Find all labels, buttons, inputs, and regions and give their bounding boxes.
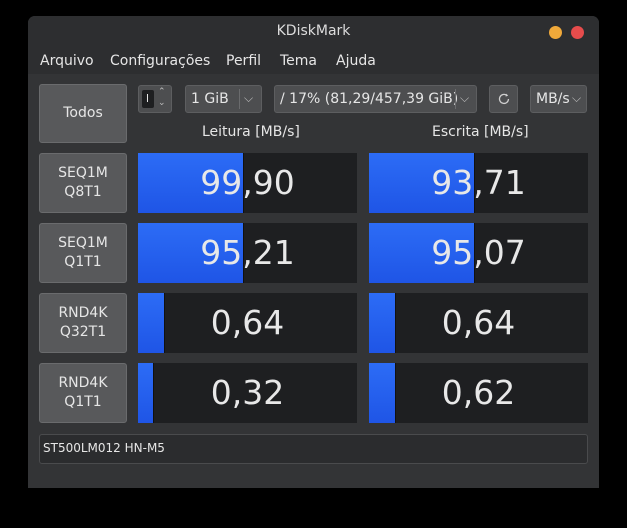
refresh-icon bbox=[498, 93, 509, 105]
write-column-header: Escrita [MB/s] bbox=[432, 124, 529, 140]
test-button-seq1m-q8t1[interactable]: SEQ1M Q8T1 bbox=[39, 153, 127, 213]
read-result-cell: 99,90 bbox=[138, 153, 357, 213]
read-result-cell: 95,21 bbox=[138, 223, 357, 283]
refresh-button[interactable] bbox=[489, 85, 518, 113]
size-select[interactable]: 1 GiB ⌵ bbox=[185, 85, 262, 113]
test-name: SEQ1M bbox=[58, 165, 108, 181]
write-value: 0,62 bbox=[441, 373, 516, 412]
combo-separator bbox=[455, 89, 456, 109]
read-value: 0,32 bbox=[210, 373, 285, 412]
test-params: Q32T1 bbox=[59, 324, 107, 340]
minimize-button[interactable] bbox=[549, 26, 562, 39]
spin-down-icon[interactable]: ⌄ bbox=[158, 98, 166, 108]
spin-up-icon[interactable]: ⌃ bbox=[158, 87, 166, 97]
read-value: 95,21 bbox=[200, 233, 295, 272]
write-value: 0,64 bbox=[441, 303, 516, 342]
drive-select[interactable]: / 17% (81,29/457,39 GiB) ⌵ bbox=[274, 85, 477, 113]
chevron-down-icon: ⌵ bbox=[244, 91, 254, 105]
test-button-rnd4k-q32t1[interactable]: RND4K Q32T1 bbox=[39, 293, 127, 353]
run-all-label: Todos bbox=[63, 105, 103, 121]
test-params: Q1T1 bbox=[64, 394, 102, 410]
menu-ajuda[interactable]: Ajuda bbox=[336, 53, 376, 69]
run-all-button[interactable]: Todos bbox=[39, 84, 127, 143]
write-result-cell: 93,71 bbox=[369, 153, 588, 213]
title-bar: KDiskMark bbox=[28, 16, 599, 48]
test-name: RND4K bbox=[58, 375, 108, 391]
write-result-cell: 0,62 bbox=[369, 363, 588, 423]
write-value: 95,07 bbox=[431, 233, 526, 272]
menu-configuracoes[interactable]: Configurações bbox=[110, 53, 210, 69]
menu-bar: Arquivo Configurações Perfil Tema Ajuda bbox=[28, 48, 599, 74]
runs-field[interactable] bbox=[142, 90, 154, 108]
test-button-rnd4k-q1t1[interactable]: RND4K Q1T1 bbox=[39, 363, 127, 423]
app-window: KDiskMark Arquivo Configurações Perfil T… bbox=[28, 16, 599, 488]
write-value: 93,71 bbox=[431, 163, 526, 202]
combo-separator bbox=[239, 89, 240, 109]
write-result-cell: 0,64 bbox=[369, 293, 588, 353]
runs-spinbox[interactable]: ⌃ ⌄ bbox=[138, 85, 172, 113]
read-value: 99,90 bbox=[200, 163, 295, 202]
test-name: SEQ1M bbox=[58, 235, 108, 251]
write-result-cell: 95,07 bbox=[369, 223, 588, 283]
test-button-seq1m-q1t1[interactable]: SEQ1M Q1T1 bbox=[39, 223, 127, 283]
close-button[interactable] bbox=[571, 26, 584, 39]
read-value: 0,64 bbox=[210, 303, 285, 342]
window-title: KDiskMark bbox=[276, 23, 351, 39]
read-result-cell: 0,64 bbox=[138, 293, 357, 353]
unit-select[interactable]: MB/s ⌵ bbox=[530, 85, 587, 113]
size-value: 1 GiB bbox=[191, 91, 229, 107]
chevron-down-icon: ⌵ bbox=[460, 91, 470, 105]
menu-tema[interactable]: Tema bbox=[280, 53, 317, 69]
test-params: Q1T1 bbox=[64, 254, 102, 270]
unit-value: MB/s bbox=[536, 91, 570, 107]
test-name: RND4K bbox=[58, 305, 108, 321]
read-result-cell: 0,32 bbox=[138, 363, 357, 423]
menu-perfil[interactable]: Perfil bbox=[226, 53, 261, 69]
text-cursor bbox=[147, 94, 148, 102]
test-params: Q8T1 bbox=[64, 184, 102, 200]
read-column-header: Leitura [MB/s] bbox=[202, 124, 300, 140]
device-info-field[interactable]: ST500LM012 HN-M5 bbox=[39, 434, 588, 464]
device-name: ST500LM012 HN-M5 bbox=[43, 441, 165, 455]
chevron-down-icon: ⌵ bbox=[572, 91, 582, 105]
menu-arquivo[interactable]: Arquivo bbox=[40, 53, 94, 69]
drive-value: / 17% (81,29/457,39 GiB) bbox=[280, 91, 459, 107]
